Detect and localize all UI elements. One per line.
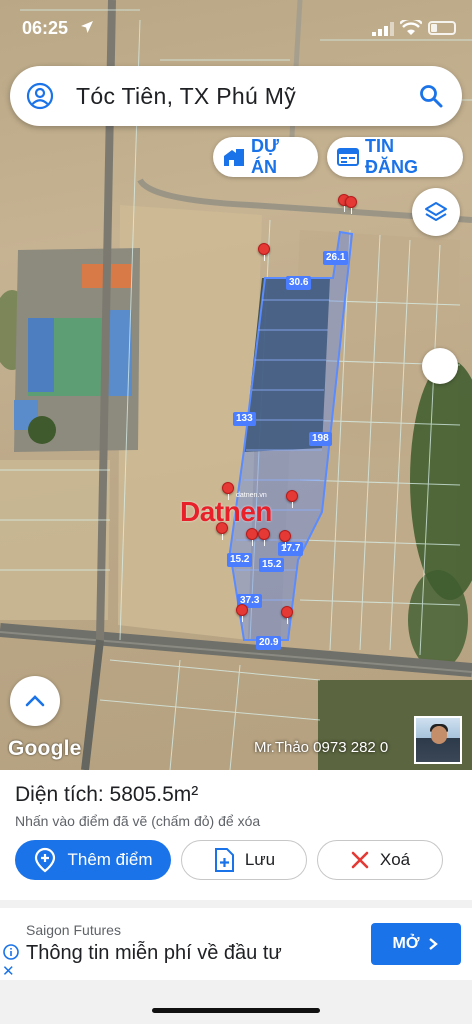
dimension-label: 133 (233, 412, 256, 426)
ad-separator (0, 900, 472, 908)
agent-avatar[interactable] (414, 716, 462, 764)
location-arrow-icon (81, 21, 93, 33)
point-marker[interactable] (246, 528, 258, 546)
delete-hint: Nhấn vào điểm đã vẽ (chấm đỏ) để xóa (15, 813, 261, 829)
dimension-label: 30.6 (286, 276, 312, 290)
battery-icon (428, 21, 456, 35)
area-value: Diện tích: 5805.5m² (15, 783, 199, 806)
ad-headline[interactable]: Thông tin miễn phí về đầu tư (26, 942, 282, 965)
dimension-label: 26.1 (323, 251, 349, 265)
save-file-icon (213, 848, 235, 872)
status-bar: 06:25 (0, 0, 472, 56)
measure-panel: Diện tích: 5805.5m² Nhấn vào điểm đã vẽ … (0, 770, 472, 900)
dimension-label: 20.9 (256, 636, 282, 650)
dimension-label: 15.2 (227, 553, 253, 567)
ad-advertiser: Saigon Futures (26, 922, 121, 938)
delete-button[interactable]: Xoá (317, 840, 443, 880)
dimension-label: 15.2 (259, 558, 285, 572)
layers-button[interactable] (412, 188, 460, 236)
du-an-chip[interactable]: DỰ ÁN (213, 136, 318, 177)
google-logo: Google (8, 737, 82, 760)
point-marker[interactable] (258, 528, 270, 546)
add-location-icon (33, 847, 57, 873)
save-label: Lưu (244, 850, 276, 869)
ad-close-icon[interactable]: ✕ (2, 962, 15, 980)
account-icon[interactable] (26, 82, 54, 110)
cellular-signal-icon (372, 22, 394, 36)
add-point-button[interactable]: Thêm điểm (15, 840, 171, 880)
ad-info-icon[interactable] (3, 944, 19, 960)
point-marker[interactable] (345, 196, 357, 214)
close-icon (350, 850, 370, 870)
tin-dang-chip[interactable]: TIN ĐĂNG (327, 136, 463, 177)
save-button[interactable]: Lưu (181, 840, 307, 880)
point-marker[interactable] (258, 243, 270, 261)
home-indicator[interactable] (152, 1008, 320, 1013)
wifi-icon (400, 20, 422, 35)
chevron-up-icon (25, 695, 45, 707)
du-an-label: DỰ ÁN (251, 136, 279, 177)
dimension-label: 198 (309, 432, 332, 446)
delete-label: Xoá (379, 850, 411, 869)
point-marker[interactable] (222, 482, 234, 500)
ad-open-button[interactable]: MỞ (371, 923, 461, 965)
building-icon (223, 147, 245, 167)
expand-up-button[interactable] (10, 676, 60, 726)
point-marker[interactable] (286, 490, 298, 508)
dimension-label: 17.7 (278, 542, 304, 556)
chevron-right-icon (429, 938, 439, 950)
search-bar[interactable]: Tóc Tiên, TX Phú Mỹ (10, 66, 462, 126)
ad-banner[interactable]: Saigon Futures Thông tin miễn phí về đầu… (0, 908, 472, 980)
ad-cta-label: MỞ (392, 935, 420, 952)
add-point-label: Thêm điểm (67, 850, 153, 869)
contact-overlay: Mr.Thảo 0973 282 0 (254, 739, 389, 756)
bottom-bar (0, 980, 472, 1024)
watermark-subtext: datnen.vn (236, 492, 267, 499)
map-side-handle[interactable] (422, 348, 458, 384)
datnen-watermark: Datnen (180, 496, 272, 527)
search-icon[interactable] (418, 83, 444, 109)
status-time: 06:25 (22, 18, 69, 38)
tin-dang-label: TIN ĐĂNG (365, 136, 418, 177)
listing-icon (337, 147, 359, 167)
point-marker[interactable] (281, 606, 293, 624)
point-marker[interactable] (279, 530, 291, 548)
point-marker[interactable] (236, 604, 248, 622)
layers-icon (425, 202, 447, 221)
search-query[interactable]: Tóc Tiên, TX Phú Mỹ (76, 83, 296, 110)
